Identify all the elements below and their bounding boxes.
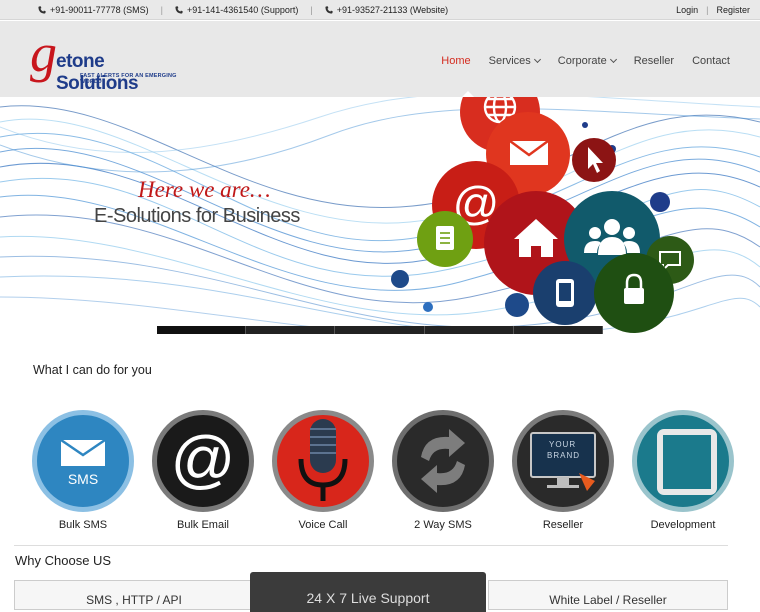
- nav-home-label: Home: [441, 55, 471, 67]
- brand-monitor-icon: YOUR BRAND: [530, 432, 596, 491]
- nav-home[interactable]: Home: [441, 55, 470, 67]
- nav-reseller-label: Reseller: [633, 55, 675, 67]
- slider-dot-2[interactable]: [246, 326, 336, 334]
- service-label: Bulk SMS: [58, 519, 108, 531]
- register-link[interactable]: Register: [716, 5, 750, 15]
- hero-subheadline: E-Solutions for Business: [94, 205, 300, 227]
- development-circle: [632, 410, 734, 512]
- at-icon: @: [171, 423, 236, 495]
- section-divider: [14, 545, 728, 546]
- why-title: Why Choose US: [15, 553, 112, 568]
- microphone-icon: [298, 419, 348, 501]
- slider-dot-1[interactable]: [157, 326, 247, 334]
- logo-letter: g: [30, 23, 57, 83]
- lock-bubble: [594, 253, 674, 333]
- two-way-sms-circle: [392, 410, 494, 512]
- contact-support-text: +91-141-4361540 (Support): [187, 5, 299, 15]
- why-tab-label: 24 X 7 Live Support: [306, 590, 430, 606]
- chevron-down-icon: [609, 55, 617, 64]
- slider-dot-5[interactable]: [513, 326, 604, 334]
- services-list: SMS Bulk SMS @ Bulk Email Voice Call 2 W…: [28, 410, 738, 535]
- two-way-arrows-icon: [421, 429, 465, 493]
- contact-support: +91-141-4361540 (Support): [175, 5, 298, 15]
- chevron-down-icon: [533, 55, 541, 64]
- login-link[interactable]: Login: [676, 5, 698, 15]
- contact-sms-text: +91-90011-77778 (SMS): [50, 5, 149, 15]
- sms-envelope-icon: SMS: [60, 438, 106, 487]
- service-label: Development: [650, 519, 716, 531]
- phone-icon: [38, 6, 46, 14]
- logo-tagline: FAST ALERTS FOR AN EMERGING WORLD: [80, 73, 177, 85]
- document-bubble: [417, 211, 473, 267]
- auth-links: Login | Register: [676, 5, 750, 15]
- main-nav: Home Services Corporate Reseller Contact: [441, 55, 730, 67]
- why-tab-white-label[interactable]: White Label / Reseller: [488, 580, 728, 610]
- hero-headline: Here we are…: [138, 177, 271, 202]
- brand-badge-line1: YOUR: [549, 440, 576, 449]
- site-logo[interactable]: g etone Solutions FAST ALERTS FOR AN EME…: [30, 23, 190, 94]
- separator: |: [310, 5, 313, 15]
- site-header: g etone Solutions FAST ALERTS FOR AN EME…: [0, 21, 760, 97]
- nav-reseller[interactable]: Reseller: [634, 55, 674, 67]
- phone-icon: [175, 6, 183, 14]
- contact-list: +91-90011-77778 (SMS) | +91-141-4361540 …: [38, 5, 448, 15]
- contact-sms: +91-90011-77778 (SMS): [38, 5, 149, 15]
- service-label: Reseller: [542, 519, 584, 531]
- service-reseller[interactable]: YOUR BRAND Reseller: [508, 410, 618, 535]
- nav-corporate[interactable]: Corporate: [557, 55, 617, 67]
- top-contact-bar: +91-90011-77778 (SMS) | +91-141-4361540 …: [0, 0, 760, 20]
- slider-dot-3[interactable]: [335, 326, 425, 334]
- separator: |: [706, 5, 709, 15]
- document-icon: [436, 226, 454, 250]
- service-two-way-sms[interactable]: 2 Way SMS: [388, 410, 498, 535]
- mail-icon: [509, 139, 549, 165]
- reseller-circle: YOUR BRAND: [512, 410, 614, 512]
- bulk-sms-circle: SMS: [32, 410, 134, 512]
- voice-call-circle: [272, 410, 374, 512]
- separator: |: [160, 5, 163, 15]
- why-tab-sms-api[interactable]: SMS , HTTP / API: [14, 580, 254, 610]
- svg-text:@: @: [171, 423, 236, 495]
- nav-corporate-label: Corporate: [557, 55, 607, 67]
- why-tab-label: SMS , HTTP / API: [86, 593, 182, 607]
- nav-contact-label: Contact: [692, 55, 730, 67]
- why-tab-live-support[interactable]: 24 X 7 Live Support: [250, 572, 486, 612]
- brand-badge-line2: BRAND: [547, 451, 580, 460]
- nav-contact[interactable]: Contact: [692, 55, 730, 67]
- service-bulk-sms[interactable]: SMS Bulk SMS: [28, 410, 138, 535]
- service-development[interactable]: Development: [628, 410, 738, 535]
- nav-services-label: Services: [488, 55, 531, 67]
- service-label: 2 Way SMS: [414, 519, 472, 531]
- contact-website-text: +91-93527-21133 (Website): [336, 5, 449, 15]
- service-label: Bulk Email: [177, 519, 229, 531]
- contact-website: +91-93527-21133 (Website): [325, 5, 449, 15]
- service-bulk-email[interactable]: @ Bulk Email: [148, 410, 258, 535]
- slider-pager: [157, 326, 604, 334]
- phone-icon: [325, 6, 333, 14]
- service-voice-call[interactable]: Voice Call: [268, 410, 378, 535]
- sms-badge: SMS: [68, 471, 98, 487]
- tablet-icon: [657, 429, 717, 495]
- cursor-bubble: [572, 138, 616, 182]
- mobile-icon: [556, 279, 574, 307]
- nav-services[interactable]: Services: [488, 55, 541, 67]
- slider-dot-4[interactable]: [424, 326, 514, 334]
- service-label: Voice Call: [298, 519, 348, 531]
- hero-banner: @ Here we are… E-Solutions for Business: [0, 97, 760, 334]
- services-title: What I can do for you: [33, 363, 152, 377]
- bulk-email-circle: @: [152, 410, 254, 512]
- mobile-bubble: [533, 261, 597, 325]
- why-tab-label: White Label / Reseller: [549, 593, 667, 607]
